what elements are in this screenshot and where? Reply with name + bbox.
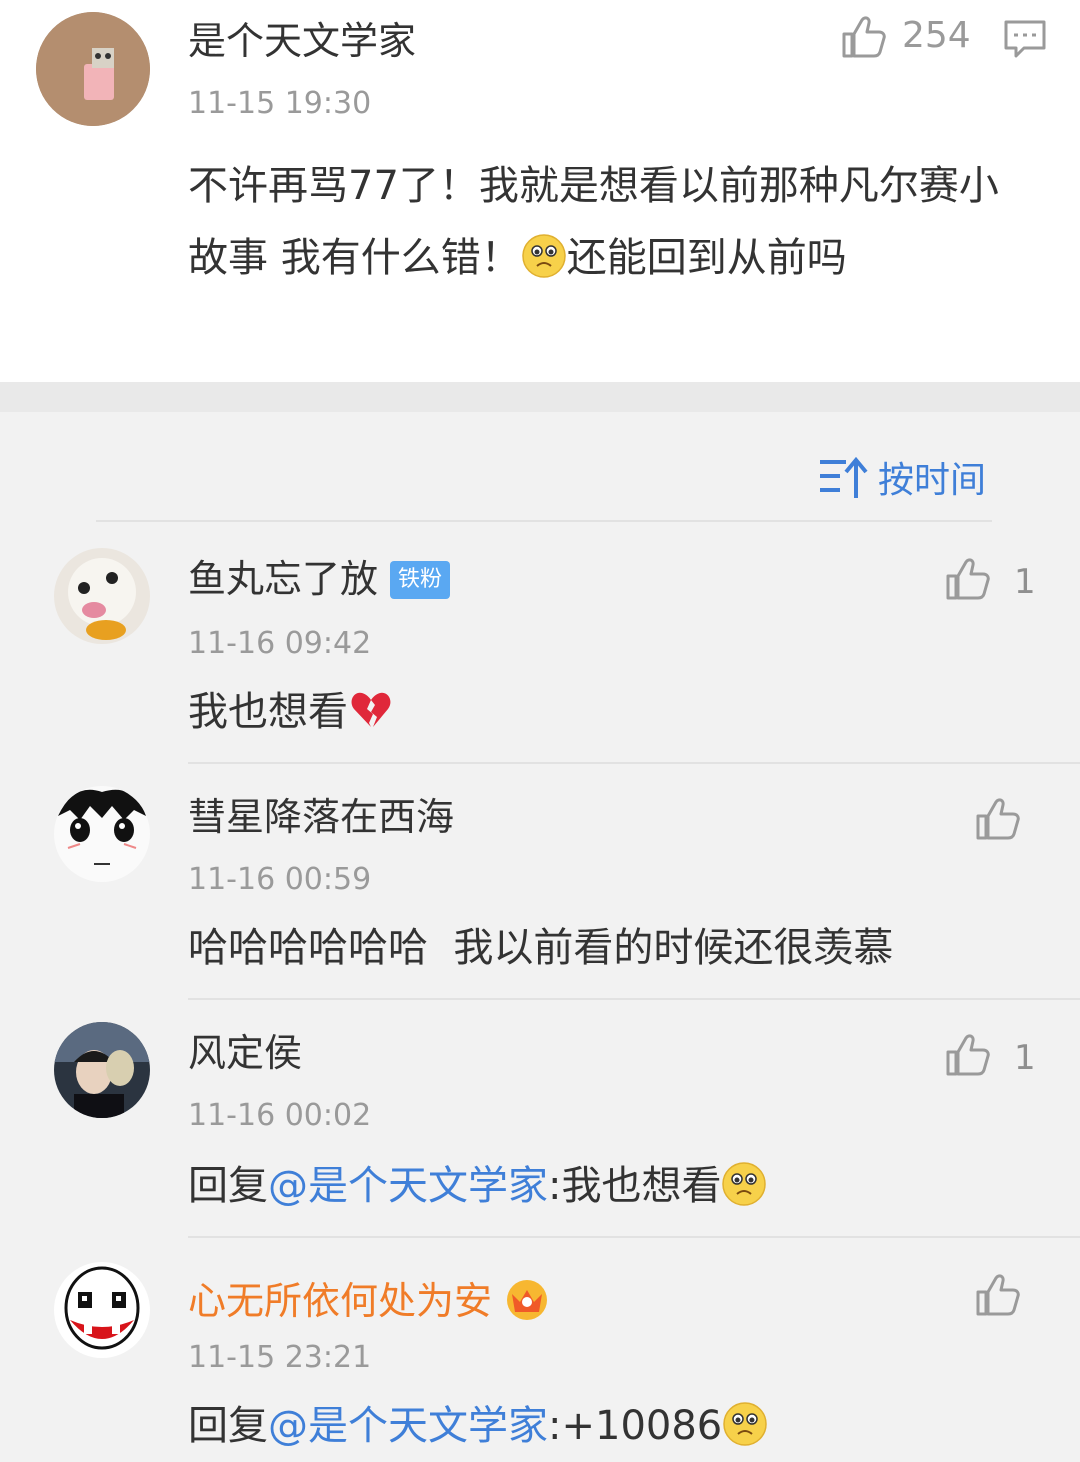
divider — [96, 520, 992, 522]
fan-badge[interactable]: 铁粉 — [390, 561, 451, 599]
post-author-avatar[interactable] — [36, 12, 150, 126]
commenter-name[interactable]: 心无所依何处为安 — [188, 1272, 552, 1324]
divider — [188, 998, 1080, 1000]
sort-by-time-button[interactable]: 按时间 — [818, 452, 986, 502]
mention-link[interactable]: @是个天文学家 — [268, 1163, 548, 1209]
divider — [188, 762, 1080, 764]
broken-heart-emoji — [348, 687, 394, 733]
comment-text-content: 我也想看 — [188, 689, 348, 735]
post-like-count: 254 — [902, 15, 971, 56]
commenter-avatar[interactable] — [54, 786, 150, 882]
comment-time: 11-15 23:21 — [188, 1340, 372, 1375]
commenter-name-text: 鱼丸忘了放 — [188, 557, 379, 601]
commenter-avatar[interactable] — [54, 548, 150, 644]
comment-like-icon[interactable] — [944, 556, 990, 602]
comment-text: 回复@是个天文学家:我也想看 — [188, 1150, 767, 1222]
mention-link[interactable]: @是个天文学家 — [268, 1403, 548, 1449]
comment-like-count: 1 — [1014, 562, 1036, 602]
commenter-name[interactable]: 彗星降落在西海 — [188, 794, 454, 840]
pleading-face-emoji — [521, 233, 567, 279]
pleading-face-emoji — [721, 1161, 767, 1207]
vip-crown-icon[interactable] — [502, 1272, 552, 1322]
post-author-name[interactable]: 是个天文学家 — [188, 18, 416, 64]
post-like-icon[interactable] — [840, 14, 886, 60]
comment-text-content: :+10086 — [548, 1403, 723, 1449]
comment-like-count: 1 — [1014, 1038, 1036, 1078]
comment-like-icon[interactable] — [974, 796, 1020, 842]
comment-icon[interactable] — [1002, 18, 1048, 60]
comment-time: 11-16 00:02 — [188, 1098, 372, 1133]
reply-prefix: 回复 — [188, 1163, 268, 1209]
reply-prefix: 回复 — [188, 1403, 268, 1449]
post-time: 11-15 19:30 — [188, 86, 372, 121]
comment-like-icon[interactable] — [944, 1032, 990, 1078]
comment-text-content: :我也想看 — [548, 1163, 722, 1209]
comment-text: 回复@是个天文学家:+10086 — [188, 1390, 768, 1462]
pleading-face-emoji — [722, 1401, 768, 1447]
commenter-name[interactable]: 风定侯 — [188, 1030, 302, 1076]
comment-time: 11-16 09:42 — [188, 626, 372, 661]
post-text-part2: 还能回到从前吗 — [566, 235, 847, 281]
sort-label: 按时间 — [878, 460, 987, 501]
commenter-name-text: 心无所依何处为安 — [188, 1279, 493, 1323]
commenter-name[interactable]: 鱼丸忘了放 铁粉 — [188, 556, 451, 602]
comment-text: 我也想看 — [188, 676, 394, 748]
commenter-avatar[interactable] — [54, 1022, 150, 1118]
section-separator — [0, 382, 1080, 412]
comment-time: 11-16 00:59 — [188, 862, 372, 897]
commenter-avatar[interactable] — [54, 1262, 150, 1358]
comment-text: 哈哈哈哈哈哈 我以前看的时候还很羡慕 — [188, 925, 894, 971]
post-body: 不许再骂77了！我就是想看以前那种凡尔赛小故事 我有什么错！ 还能回到从前吗 — [188, 150, 1038, 294]
comment-like-icon[interactable] — [974, 1272, 1020, 1318]
divider — [188, 1236, 1080, 1238]
sort-icon — [820, 456, 868, 498]
